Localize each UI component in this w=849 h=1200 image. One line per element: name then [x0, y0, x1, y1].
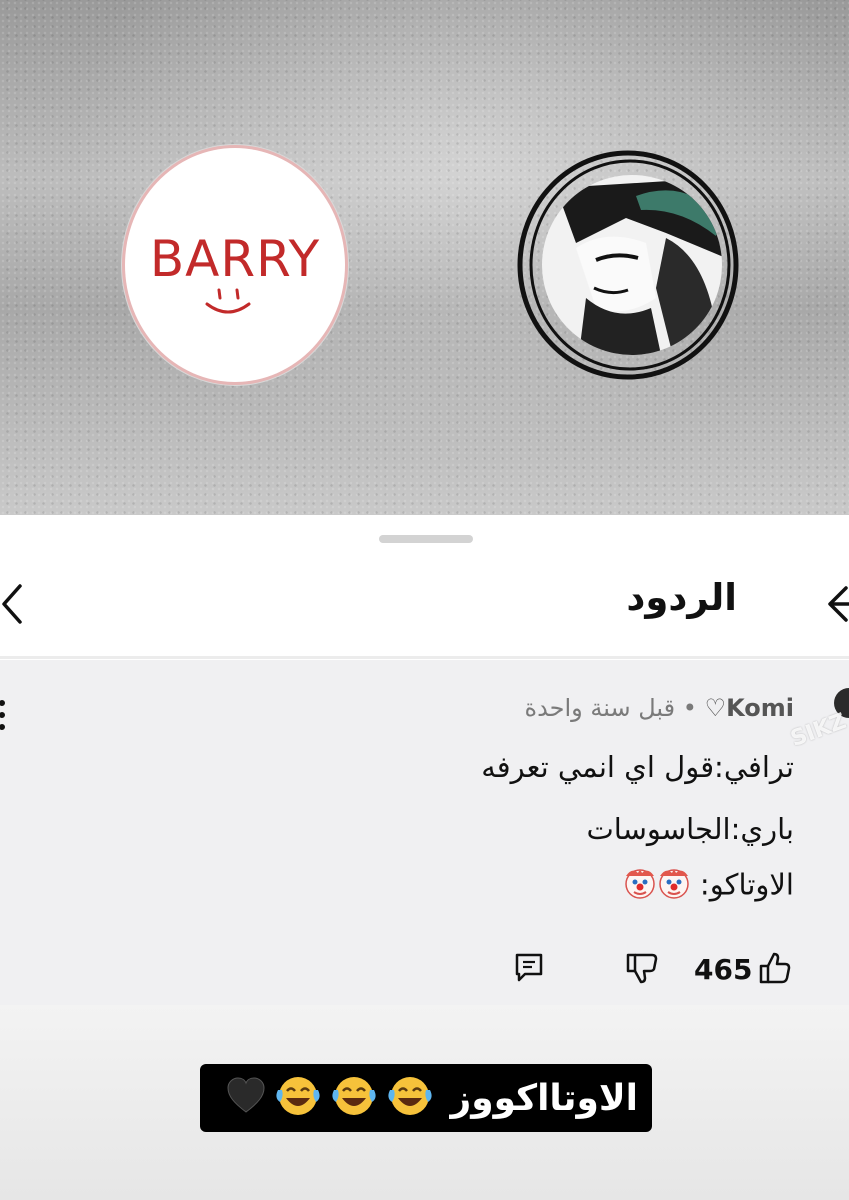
comment-line-3-text: الاوتاكو: [699, 867, 794, 902]
dislike-icon[interactable] [625, 951, 661, 985]
like-icon[interactable] [758, 950, 794, 986]
comment-time: قبل سنة واحدة [524, 694, 676, 722]
clown-face-icon [623, 866, 657, 907]
anime-portrait-avatar [516, 148, 740, 382]
arrow-left-icon[interactable] [826, 584, 849, 624]
meta-separator: • [682, 694, 697, 722]
comment-line-1: ترافي:قول اي انمي تعرفه [481, 750, 794, 784]
sheet-drag-handle[interactable] [379, 535, 473, 543]
caption-overlay: الاوتااكووز [200, 1064, 652, 1132]
anime-portrait-icon [517, 150, 739, 380]
caption-text: الاوتااكووز [450, 1077, 638, 1119]
more-options-icon[interactable] [0, 697, 8, 733]
barry-avatar-label: BARRY [150, 230, 320, 288]
comment-line-3: الاوتاكو: [623, 866, 794, 907]
black-heart-icon [226, 1077, 266, 1119]
shared-image-background: BARRY [0, 0, 849, 515]
barry-avatar: BARRY [125, 148, 345, 382]
crying-laughing-face-icon [330, 1074, 378, 1122]
crying-laughing-face-icon [386, 1074, 434, 1122]
comment-author[interactable]: Komi♡ [705, 694, 794, 722]
reply-comment-icon[interactable] [514, 952, 544, 984]
comment-meta: Komi♡ • قبل سنة واحدة [525, 694, 795, 722]
chevron-left-icon[interactable] [0, 582, 28, 626]
barry-avatar-drawing: BARRY [150, 230, 320, 314]
sheet-title: الردود [626, 576, 737, 619]
crying-laughing-face-icon [274, 1074, 322, 1122]
smiley-face-icon [205, 288, 251, 314]
like-count: 465 [694, 953, 753, 986]
clown-face-icon [657, 866, 691, 907]
comment-line-2: باري:الجاسوسات [586, 812, 794, 846]
header-divider [0, 656, 849, 659]
caption-emojis [226, 1074, 434, 1122]
